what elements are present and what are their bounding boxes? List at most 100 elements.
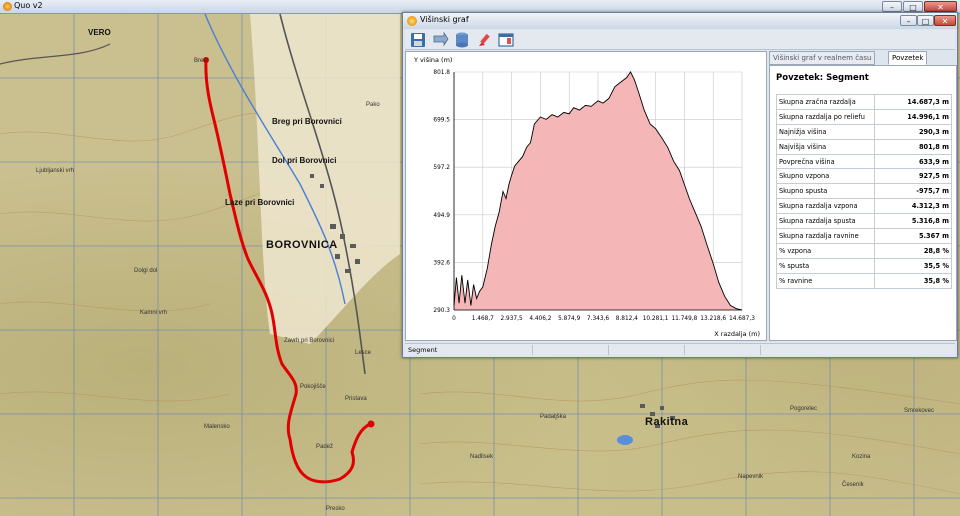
tab-realtime-graph[interactable]: Višinski graf v realnem času xyxy=(769,51,876,65)
x-tick-label: 2.937,5 xyxy=(501,316,523,322)
map-label-nadlisek: Nadlisek xyxy=(470,454,494,460)
summary-value: 35,5 % xyxy=(874,257,952,274)
map-label-pogorelec: Pogorelec xyxy=(790,406,818,412)
summary-value: 28,8 % xyxy=(874,242,952,259)
chart-area-series xyxy=(453,70,743,311)
table-row: Skupno vzpona 927,5 m xyxy=(776,168,952,185)
summary-panel: Povzetek: Segment Skupna zračna razdalja… xyxy=(769,65,957,341)
summary-label: % vzpona xyxy=(776,242,875,259)
road xyxy=(0,43,111,65)
y-tick-label: 494.9 xyxy=(433,213,450,219)
track-end-marker[interactable] xyxy=(367,420,375,428)
graph-maximize-button[interactable]: □ xyxy=(917,15,934,26)
map-label-rakitna: Rakitna xyxy=(645,416,689,428)
side-tab-strip: Višinski graf v realnem času Povzetek xyxy=(769,51,957,65)
elevation-chart-panel: Y višina (m) X razdalja (m) 290.3 392.6 49… xyxy=(405,51,767,341)
table-row: Skupna razdalja spusta 5.316,8 m xyxy=(776,213,952,230)
export-icon[interactable] xyxy=(431,31,449,49)
y-tick-label: 290.3 xyxy=(433,308,450,314)
graph-window-title: Višinski graf xyxy=(420,15,469,24)
maximize-button[interactable]: □ xyxy=(903,1,923,12)
graph-minimize-button[interactable]: – xyxy=(900,15,917,26)
map-label-lesce: Lesce xyxy=(355,350,372,356)
map-label-laze: Laze pri Borovnici xyxy=(225,198,295,207)
status-cell xyxy=(685,345,761,355)
chart-y-axis-label: Y višina (m) xyxy=(413,56,452,64)
y-tick-label: 801.8 xyxy=(433,70,450,76)
summary-label: Najvišja višina xyxy=(776,138,875,155)
summary-value: 5.316,8 m xyxy=(874,213,952,230)
window-icon[interactable] xyxy=(497,31,515,49)
map-label-ljubljanski-vrh: Ljubljanski vrh xyxy=(36,168,75,174)
x-tick-label: 7.343,6 xyxy=(587,316,609,322)
graph-titlebar: Višinski graf – □ ✕ xyxy=(403,13,957,29)
graph-close-button[interactable]: ✕ xyxy=(934,15,956,26)
minimize-button[interactable]: – xyxy=(882,1,902,12)
x-tick-label: 14.687,3 xyxy=(729,316,755,322)
map-label-napevnik: Napevnik xyxy=(738,474,764,480)
valley-area xyxy=(250,14,400,344)
chart-y-ticks: 290.3 392.6 494.9 597.2 699.5 801.8 xyxy=(433,70,450,314)
summary-value: 35,8 % xyxy=(874,272,952,289)
map-label-breg: Breg pri Borovnici xyxy=(272,117,342,126)
summary-value: 14.687,3 m xyxy=(874,94,952,110)
status-segment: Segment xyxy=(405,345,533,355)
elevation-graph-window: Višinski graf – □ ✕ Y višina (m) X razda… xyxy=(402,12,958,358)
y-tick-label: 597.2 xyxy=(433,165,450,171)
x-tick-label: 0 xyxy=(452,316,456,322)
map-label-presko: Presko xyxy=(326,506,345,512)
map-label-smrekovec: Smrekovec xyxy=(904,408,935,414)
summary-value: 290,3 m xyxy=(874,123,952,140)
summary-label: % spusta xyxy=(776,257,875,274)
summary-value: 4.312,3 m xyxy=(874,198,952,215)
summary-label: % ravnine xyxy=(776,272,875,289)
table-row: Najvišja višina 801,8 m xyxy=(776,138,952,155)
x-tick-label: 5.874,9 xyxy=(558,316,580,322)
database-icon[interactable] xyxy=(453,31,471,49)
summary-label: Skupna razdalja ravnine xyxy=(776,228,875,244)
summary-label: Skupna zračna razdalja xyxy=(776,94,875,110)
table-row: Skupna razdalja ravnine 5.367 m xyxy=(776,228,952,244)
summary-value: 801,8 m xyxy=(874,138,952,155)
status-cell xyxy=(533,345,609,355)
summary-value: 5.367 m xyxy=(874,228,952,244)
map-label-malenska: Malensko xyxy=(204,424,230,430)
table-row: Povprečna višina 633,9 m xyxy=(776,153,952,170)
map-label-cesenik: Česenik xyxy=(842,482,864,488)
map-label-dol: Dol pri Borovnici xyxy=(272,156,337,165)
summary-label: Povprečna višina xyxy=(776,153,875,170)
table-row: Skupna razdalja po reliefu 14.996,1 m xyxy=(776,108,952,125)
x-tick-label: 13.218,6 xyxy=(700,316,726,322)
summary-label: Skupna razdalja vzpona xyxy=(776,198,875,215)
map-label-brest: Brest xyxy=(194,58,209,64)
status-cell xyxy=(609,345,685,355)
map-label-kozina: Kozina xyxy=(852,454,871,460)
app-title: Quo v2 xyxy=(14,1,43,10)
app-icon xyxy=(3,2,12,11)
summary-label: Najnižja višina xyxy=(776,123,875,140)
elevation-chart[interactable]: Y višina (m) X razdalja (m) 290.3 392.6 49… xyxy=(406,52,766,340)
graph-window-icon xyxy=(407,16,417,26)
x-tick-label: 10.281,1 xyxy=(643,316,669,322)
summary-value: 927,5 m xyxy=(874,168,952,185)
brush-icon[interactable] xyxy=(475,31,493,49)
summary-value: 633,9 m xyxy=(874,153,952,170)
save-icon[interactable] xyxy=(409,31,427,49)
table-row: Skupna zračna razdalja 14.687,3 m xyxy=(776,94,952,110)
map-label-pako: Pako xyxy=(366,102,380,108)
graph-toolbar xyxy=(405,30,955,50)
close-button[interactable]: ✕ xyxy=(924,1,957,12)
map-label-padez: Padež xyxy=(316,444,334,450)
map-label-padaljska: Padaljška xyxy=(540,414,567,420)
map-label-pokojisce: Pokojišče xyxy=(300,384,326,390)
table-row: % vzpona 28,8 % xyxy=(776,242,952,259)
lake xyxy=(617,435,633,445)
x-tick-label: 4.406,2 xyxy=(529,316,551,322)
y-tick-label: 699.5 xyxy=(433,118,450,124)
summary-table: Skupna zračna razdalja 14.687,3 m Skupna … xyxy=(776,94,952,289)
summary-label: Skupna razdalja po reliefu xyxy=(776,108,875,125)
map-label-dolgi-dol: Dolgi dol xyxy=(134,268,158,274)
summary-label: Skupna razdalja spusta xyxy=(776,213,875,230)
tab-summary[interactable]: Povzetek xyxy=(888,51,928,65)
summary-heading: Povzetek: Segment xyxy=(776,73,869,83)
